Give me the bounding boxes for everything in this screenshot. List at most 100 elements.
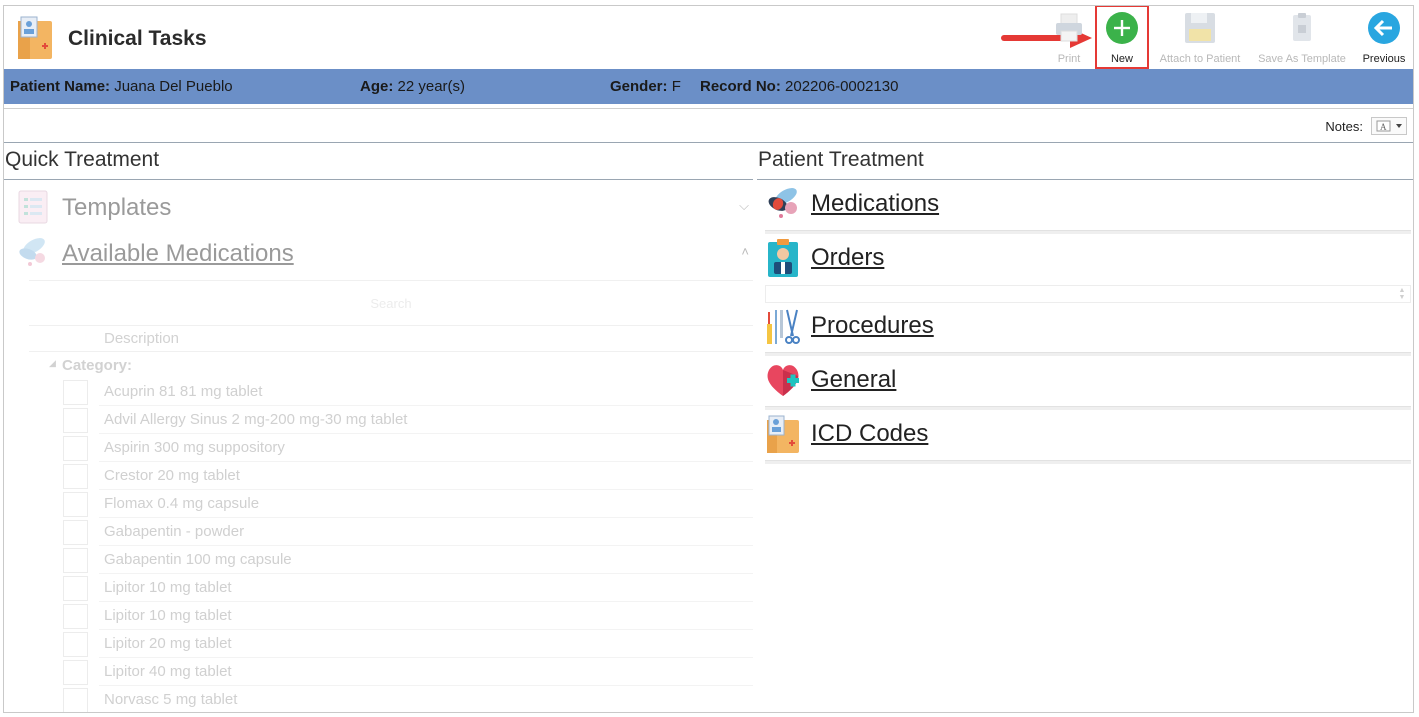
patient-record: Record No: 202206-0002130 (700, 78, 898, 95)
patient-record-label: Record No: (700, 78, 781, 95)
medical-folder-icon (767, 415, 799, 453)
procedures-section[interactable]: Procedures (765, 306, 1411, 356)
medication-row[interactable]: Acuprin 81 81 mg tablet (29, 378, 753, 406)
app-header: Clinical Tasks Print New Attach to Patie… (4, 6, 1413, 69)
medical-folder-icon (18, 16, 52, 59)
notes-label: Notes: (1325, 119, 1363, 134)
medication-checkbox[interactable] (63, 408, 88, 433)
previous-label: Previous (1362, 53, 1406, 65)
medication-checkbox[interactable] (63, 436, 88, 461)
medication-checkbox[interactable] (63, 688, 88, 712)
medications-link[interactable]: Medications (811, 190, 939, 218)
clinical-tasks-window: Clinical Tasks Print New Attach to Patie… (3, 5, 1414, 713)
patient-name-label: Patient Name: (10, 78, 111, 95)
medication-name: Aspirin 300 mg suppository (104, 439, 285, 456)
previous-button[interactable]: Previous (1358, 6, 1410, 69)
page-title: Clinical Tasks (68, 27, 207, 50)
medication-name: Norvasc 5 mg tablet (104, 691, 238, 708)
pills-icon (768, 188, 797, 218)
medication-name: Flomax 0.4 mg capsule (104, 495, 260, 512)
medication-name: Acuprin 81 81 mg tablet (104, 383, 263, 400)
quick-treatment-panel: Quick Treatment Templates ⌵ Available Me… (4, 142, 753, 712)
save-as-template-label: Save As Template (1258, 53, 1346, 65)
medication-checkbox[interactable] (63, 380, 88, 405)
medication-name: Lipitor 20 mg tablet (104, 635, 232, 652)
expand-caret-icon: ◢ (49, 358, 56, 368)
save-as-template-button[interactable]: Save As Template (1254, 6, 1350, 69)
section-divider (765, 230, 1411, 234)
medication-row[interactable]: Flomax 0.4 mg capsule (29, 490, 753, 518)
available-medications-accordion[interactable]: Available Medications ˄ (16, 234, 753, 272)
patient-age-value: 22 year(s) (397, 78, 466, 95)
orders-link[interactable]: Orders (811, 244, 884, 272)
medication-checkbox[interactable] (63, 520, 88, 545)
category-label: Category: (62, 357, 133, 374)
medication-name: Crestor 20 mg tablet (104, 467, 240, 484)
medication-row[interactable]: Lipitor 10 mg tablet (29, 602, 753, 630)
new-button-highlight (1095, 6, 1149, 69)
medication-checkbox[interactable] (63, 632, 88, 657)
clipboard-doctor-icon (768, 239, 798, 277)
procedures-link[interactable]: Procedures (811, 312, 934, 340)
patient-gender: Gender: F (610, 78, 681, 95)
medication-row[interactable]: Gabapentin 100 mg capsule (29, 546, 753, 574)
medication-checkbox[interactable] (63, 660, 88, 685)
spinner-icon[interactable]: ▲ ▼ (1396, 287, 1408, 301)
general-link[interactable]: General (811, 366, 896, 394)
divider (757, 179, 1413, 180)
orders-input[interactable]: ▲ ▼ (765, 285, 1411, 303)
print-button[interactable]: Print (1046, 6, 1092, 69)
medication-name: Lipitor 40 mg tablet (104, 663, 232, 680)
notes-dropdown[interactable]: A (1371, 117, 1407, 135)
save-disk-icon (1185, 13, 1215, 43)
clipboard-icon (1293, 13, 1311, 41)
surgical-tools-icon (767, 309, 800, 344)
medications-section[interactable]: Medications (765, 184, 1411, 234)
medications-grid: Search Description ◢ Category: Acuprin 8… (29, 280, 753, 712)
search-placeholder: Search (370, 296, 412, 311)
patient-treatment-title: Patient Treatment (758, 148, 924, 171)
icd-codes-link[interactable]: ICD Codes (811, 420, 928, 448)
medication-row[interactable]: Crestor 20 mg tablet (29, 462, 753, 490)
medication-name: Lipitor 10 mg tablet (104, 607, 232, 624)
chevron-down-icon: ⌵ (739, 198, 749, 213)
divider (4, 179, 753, 180)
medication-checkbox[interactable] (63, 576, 88, 601)
patient-info-bar: Patient Name: Juana Del Pueblo Age: 22 y… (4, 69, 1413, 104)
medication-row[interactable]: Gabapentin - powder (29, 518, 753, 546)
medication-row[interactable]: Advil Allergy Sinus 2 mg-200 mg-30 mg ta… (29, 406, 753, 434)
medication-name: Lipitor 10 mg tablet (104, 579, 232, 596)
chevron-up-icon: ˄ (741, 244, 749, 259)
printer-icon (1056, 13, 1082, 42)
general-section[interactable]: General (765, 360, 1411, 410)
orders-section[interactable]: Orders (765, 238, 1411, 286)
svg-text:A: A (1380, 122, 1387, 132)
category-group-row[interactable]: ◢ Category: (29, 352, 753, 378)
patient-name-value: Juana Del Pueblo (114, 78, 233, 95)
medication-checkbox[interactable] (63, 548, 88, 573)
medication-row[interactable]: Lipitor 40 mg tablet (29, 658, 753, 686)
available-medications-label: Available Medications (62, 240, 294, 267)
arrow-left-circle-icon (1368, 12, 1400, 44)
patient-record-value: 202206-0002130 (785, 78, 899, 95)
medication-row[interactable]: Aspirin 300 mg suppository (29, 434, 753, 462)
medication-row[interactable]: Lipitor 10 mg tablet (29, 574, 753, 602)
attach-to-patient-button[interactable]: Attach to Patient (1152, 6, 1248, 69)
medication-checkbox[interactable] (63, 464, 88, 489)
patient-treatment-panel: Patient Treatment Medications Orders ▲ ▼… (757, 142, 1413, 712)
notes-row: Notes: A (4, 108, 1413, 143)
medication-checkbox[interactable] (63, 604, 88, 629)
medication-name: Advil Allergy Sinus 2 mg-200 mg-30 mg ta… (104, 411, 408, 428)
note-dropdown-icon: A (1376, 120, 1402, 132)
patient-age-label: Age: (360, 78, 394, 95)
checklist-icon (18, 190, 48, 224)
templates-accordion[interactable]: Templates ⌵ (16, 188, 753, 226)
description-column-header[interactable]: Description (104, 330, 179, 347)
search-input[interactable]: Search (29, 280, 753, 326)
patient-gender-label: Gender: (610, 78, 668, 95)
medication-row[interactable]: Norvasc 5 mg tablet (29, 686, 753, 712)
icd-codes-section[interactable]: ICD Codes (765, 414, 1411, 464)
medication-row[interactable]: Lipitor 20 mg tablet (29, 630, 753, 658)
medication-checkbox[interactable] (63, 492, 88, 517)
templates-label: Templates (62, 194, 172, 221)
